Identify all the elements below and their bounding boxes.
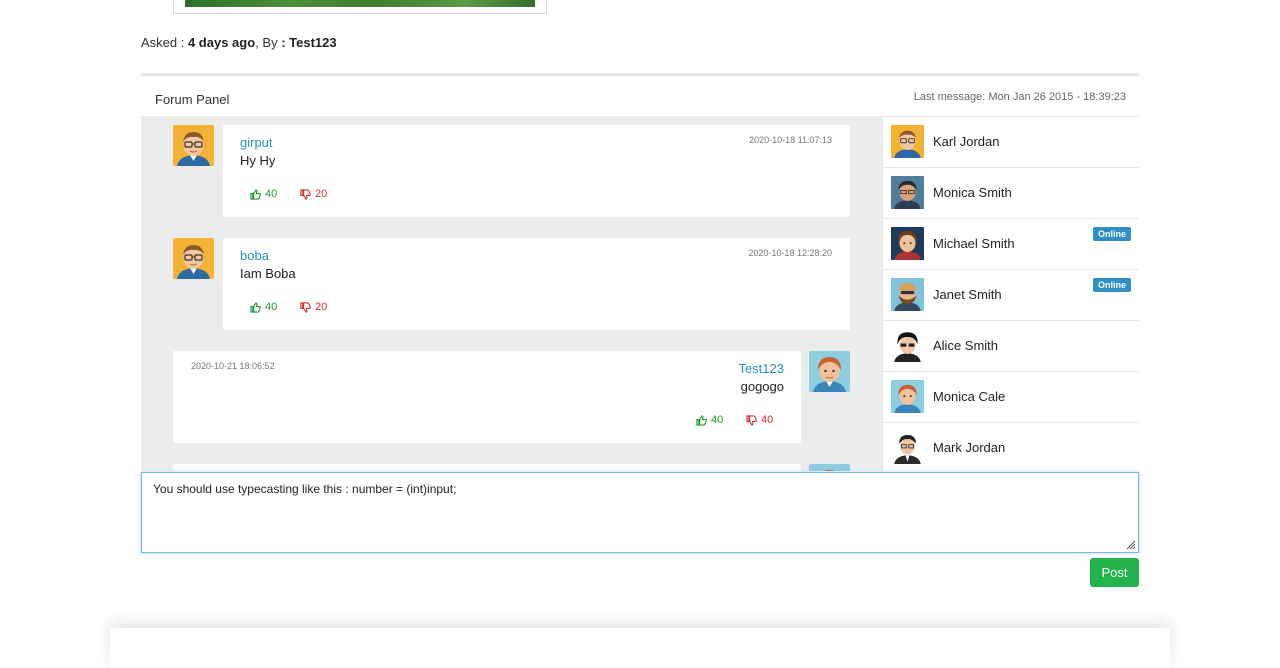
avatar-glasses-man-icon <box>891 125 924 158</box>
contact-name: Monica Smith <box>933 185 1012 200</box>
avatar-redhead-man-icon <box>891 380 924 413</box>
contact-item[interactable]: Mark Jordan <box>883 422 1139 471</box>
contact-name: Michael Smith <box>933 236 1015 251</box>
reply-textarea[interactable]: You should use typecasting like this : n… <box>141 472 1139 553</box>
contact-name: Monica Cale <box>933 389 1006 404</box>
avatar-black-hair-man-icon <box>891 329 924 362</box>
contact-item[interactable]: Karl Jordan <box>883 116 1139 167</box>
avatar-dark-hair-man-icon <box>891 176 924 209</box>
asked-meta: Asked : 4 days ago, By : Test123 <box>141 35 337 50</box>
dislike-count: 20 <box>315 301 328 313</box>
post-button[interactable]: Post <box>1090 558 1139 587</box>
thumbs-up-icon <box>250 188 261 200</box>
by-prefix: , By <box>255 35 282 50</box>
message-author-link[interactable]: boba <box>240 248 269 263</box>
message-bubble: boba 2020-10-18 12:28:20 Iam Boba 40 20 <box>223 238 850 330</box>
contact-name: Alice Smith <box>933 338 999 353</box>
like-count: 40 <box>711 414 724 426</box>
avatar-brown-hair-man-icon <box>891 227 924 260</box>
avatar-redhead-man-icon[interactable] <box>809 464 850 471</box>
contacts-list: Karl Jordan Monica Smith Michael Smith O… <box>882 116 1139 471</box>
message-author-link[interactable]: Test123 <box>738 361 784 376</box>
message-text: Iam Boba <box>240 266 296 281</box>
asked-prefix: Asked : <box>141 35 188 50</box>
contact-item[interactable]: Monica Cale <box>883 371 1139 422</box>
message-bubble-own: 2020-10-21 18:06:52 Test123 gogogo 40 40 <box>173 351 801 443</box>
contact-item[interactable]: Monica Smith <box>883 167 1139 218</box>
dislike-count: 40 <box>761 414 774 426</box>
dislike-button[interactable]: 20 <box>300 301 327 313</box>
message-bubble: girput 2020-10-18 11:07:13 Hy Hy 40 20 <box>223 125 850 217</box>
forum-panel-title: Forum Panel <box>155 92 230 107</box>
avatar-glasses-man-icon[interactable] <box>173 238 214 279</box>
message-author-link[interactable]: girput <box>240 135 273 150</box>
contact-item[interactable]: Michael Smith Online <box>883 218 1139 269</box>
message-timestamp: 2020-10-21 18:06:52 <box>191 361 275 371</box>
footer-shadow <box>110 628 1170 668</box>
last-message-time: Last message: Mon Jan 26 2015 - 18:39:23 <box>913 91 1126 103</box>
dislike-button[interactable]: 20 <box>300 188 327 200</box>
dislike-count: 20 <box>315 188 328 200</box>
forum-panel-header: Forum Panel Last message: Mon Jan 26 201… <box>141 76 1139 116</box>
message-timestamp: 2020-10-18 12:28:20 <box>748 248 832 258</box>
asked-when: 4 days ago <box>187 35 256 50</box>
online-badge: Online <box>1092 227 1131 241</box>
like-button[interactable]: 40 <box>250 301 277 313</box>
thumbs-down-icon <box>300 301 311 313</box>
thumbs-up-icon <box>250 301 261 313</box>
thumbs-down-icon <box>300 188 311 200</box>
message-timestamp: 2020-10-18 11:07:13 <box>749 135 832 145</box>
contact-item[interactable]: Janet Smith Online <box>883 269 1139 320</box>
message-text: Hy Hy <box>240 153 276 168</box>
dislike-button[interactable]: 40 <box>746 414 773 426</box>
chat-area[interactable]: girput 2020-10-18 11:07:13 Hy Hy 40 20 b… <box>141 116 882 471</box>
contact-name: Karl Jordan <box>933 134 1000 149</box>
question-image <box>173 0 547 14</box>
like-button[interactable]: 40 <box>696 414 723 426</box>
contact-name: Janet Smith <box>933 287 1002 302</box>
like-count: 40 <box>265 188 278 200</box>
contact-name: Mark Jordan <box>933 440 1006 455</box>
message-text: gogogo <box>740 379 784 394</box>
thumbs-up-icon <box>696 414 707 426</box>
avatar-glasses-man-icon[interactable] <box>173 125 214 166</box>
avatar-bearded-man-icon <box>891 278 924 311</box>
contact-item[interactable]: Alice Smith <box>883 320 1139 371</box>
thumbs-down-icon <box>746 414 757 426</box>
avatar-redhead-man-icon[interactable] <box>809 351 850 392</box>
avatar-suit-man-icon <box>891 431 924 464</box>
question-image-content <box>185 0 535 7</box>
asked-by-user: : Test123 <box>281 35 337 50</box>
like-count: 40 <box>265 301 278 313</box>
online-badge: Online <box>1092 278 1131 292</box>
forum-panel: Forum Panel Last message: Mon Jan 26 201… <box>141 73 1139 471</box>
message-bubble-partial <box>173 464 801 471</box>
like-button[interactable]: 40 <box>250 188 277 200</box>
